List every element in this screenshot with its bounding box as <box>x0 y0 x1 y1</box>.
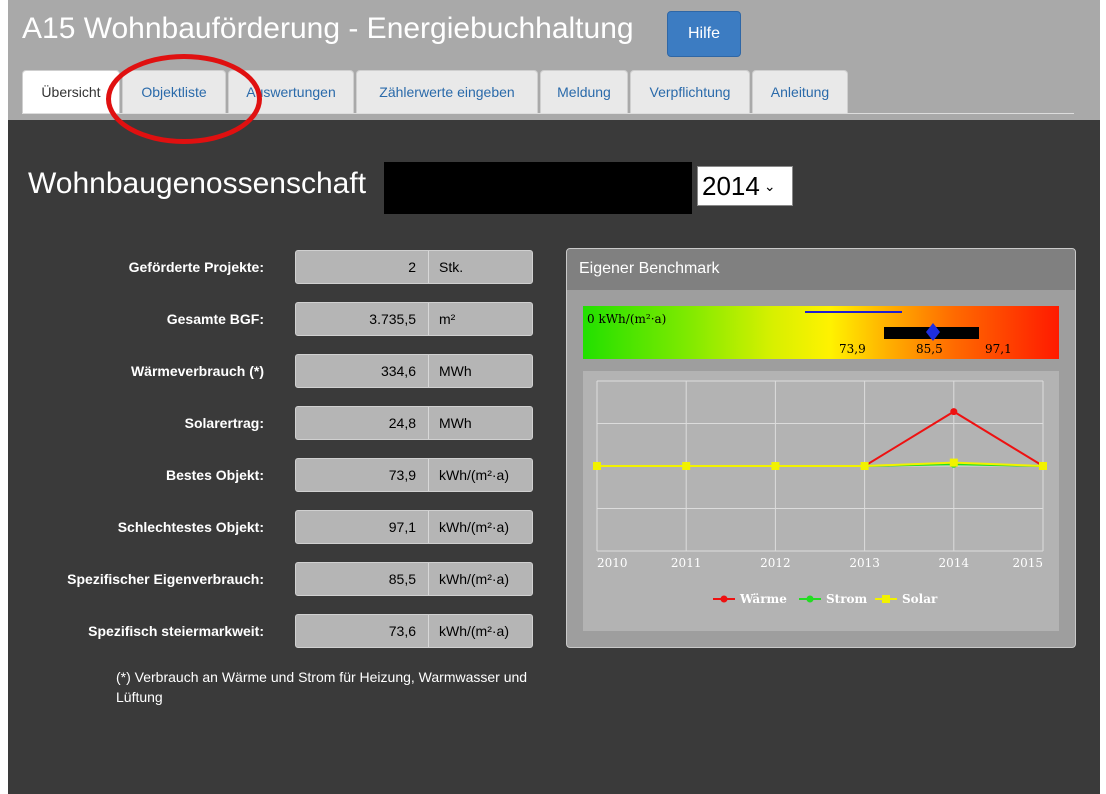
app-title: A15 Wohnbauförderung - Energiebuchhaltun… <box>22 12 634 45</box>
year-value: 2014 <box>702 170 760 201</box>
stat-unit: kWh/(m²·a) <box>439 623 509 639</box>
legend-marker <box>720 595 728 603</box>
divider <box>428 251 429 283</box>
legend-marker <box>806 595 814 603</box>
divider <box>428 615 429 647</box>
help-button[interactable]: Hilfe <box>667 11 741 57</box>
x-tick-label: 2012 <box>760 556 791 570</box>
stat-label-bgf: Gesamte BGF: <box>166 311 264 327</box>
stat-label-state: Spezifisch steiermarkweit: <box>88 623 264 639</box>
data-point-wärme <box>950 408 958 416</box>
redacted-name <box>384 162 692 214</box>
data-point-solar <box>593 462 601 470</box>
stat-label-worst: Schlechtestes Objekt: <box>117 519 264 535</box>
tab-divider <box>22 113 1074 114</box>
benchmark-gradient-bar: 0 kWh/(m²·a) 73,9 85,5 97,1 <box>583 306 1059 359</box>
stat-field-own: 85,5 kWh/(m²·a) <box>295 562 533 596</box>
benchmark-panel: Eigener Benchmark 0 kWh/(m²·a) 73,9 85,5… <box>566 248 1076 648</box>
organization-name: Wohnbaugenossenschaft <box>28 167 367 200</box>
stat-unit: MWh <box>439 415 472 431</box>
benchmark-title: Eigener Benchmark <box>579 260 720 277</box>
divider <box>428 355 429 387</box>
tab-uebersicht[interactable]: Übersicht <box>22 70 120 113</box>
x-tick-label: 2015 <box>1012 556 1043 570</box>
benchmark-zero-label: 0 kWh/(m²·a) <box>587 312 667 326</box>
stat-field-state: 73,6 kWh/(m²·a) <box>295 614 533 648</box>
x-tick-label: 2013 <box>849 556 880 570</box>
line-chart: 2010 2011 2012 2013 2014 2015 Wärme Strom Solar <box>583 371 1059 631</box>
stat-field-solar: 24,8 MWh <box>295 406 533 440</box>
stat-field-bgf: 3.735,5 m² <box>295 302 533 336</box>
legend-marker <box>882 595 890 603</box>
benchmark-header: Eigener Benchmark <box>567 249 1075 290</box>
stat-value: 3.735,5 <box>369 311 416 327</box>
stat-field-best: 73,9 kWh/(m²·a) <box>295 458 533 492</box>
x-tick-label: 2010 <box>597 556 628 570</box>
x-tick-label: 2014 <box>939 556 970 570</box>
stat-label-heat: Wärmeverbrauch (*) <box>130 363 264 379</box>
stat-label-best: Bestes Objekt: <box>165 467 264 483</box>
stat-value: 73,6 <box>388 623 416 639</box>
data-point-solar <box>682 462 691 470</box>
stat-field-worst: 97,1 kWh/(m²·a) <box>295 510 533 544</box>
stat-value: 334,6 <box>380 363 416 379</box>
year-select[interactable]: 2014 ⌄ <box>697 166 793 206</box>
data-point-solar <box>949 458 958 467</box>
divider <box>428 563 429 595</box>
stat-unit: kWh/(m²·a) <box>439 467 509 483</box>
stat-unit: kWh/(m²·a) <box>439 519 509 535</box>
stat-value: 85,5 <box>388 571 416 587</box>
benchmark-range-line <box>805 311 902 313</box>
page: A15 Wohnbauförderung - Energiebuchhaltun… <box>8 0 1100 794</box>
divider <box>428 407 429 439</box>
tab-zaehlerwerte-eingeben[interactable]: Zählerwerte eingeben <box>356 70 538 113</box>
stat-label-solar: Solarertrag: <box>184 415 264 431</box>
tab-verpflichtung[interactable]: Verpflichtung <box>630 70 750 113</box>
tab-anleitung[interactable]: Anleitung <box>752 70 848 113</box>
stat-value: 97,1 <box>388 519 416 535</box>
stat-value: 73,9 <box>388 467 416 483</box>
stat-field-projects: 2 Stk. <box>295 250 533 284</box>
line-chart-svg: 2010 2011 2012 2013 2014 2015 Wärme Strom Solar <box>593 380 1047 606</box>
stat-field-heat: 334,6 MWh <box>295 354 533 388</box>
stat-label-projects: Geförderte Projekte: <box>128 259 264 275</box>
data-point-solar <box>860 462 869 470</box>
data-point-solar <box>1039 462 1047 470</box>
divider <box>428 303 429 335</box>
stat-unit: m² <box>439 311 456 327</box>
stat-unit: MWh <box>439 363 472 379</box>
stat-value: 2 <box>408 259 416 275</box>
benchmark-worst-label: 97,1 <box>985 342 1012 356</box>
tab-meldung[interactable]: Meldung <box>540 70 628 113</box>
divider <box>428 511 429 543</box>
stat-unit: kWh/(m²·a) <box>439 571 509 587</box>
benchmark-best-label: 73,9 <box>839 342 866 356</box>
data-point-solar <box>771 462 780 470</box>
tab-objektliste[interactable]: Objektliste <box>122 70 226 113</box>
app-header: A15 Wohnbauförderung - Energiebuchhaltun… <box>8 0 1100 120</box>
x-tick-label: 2011 <box>671 556 702 570</box>
stat-unit: Stk. <box>439 259 464 275</box>
stat-value: 24,8 <box>388 415 416 431</box>
chevron-down-icon: ⌄ <box>763 177 776 194</box>
legend-label: Strom <box>826 592 868 606</box>
stat-label-own: Spezifischer Eigenverbrauch: <box>67 571 264 587</box>
legend-label: Wärme <box>739 592 787 606</box>
benchmark-own-label: 85,5 <box>916 342 943 356</box>
legend-label: Solar <box>902 592 938 606</box>
divider <box>428 459 429 491</box>
footnote: (*) Verbrauch an Wärme und Strom für Hei… <box>116 669 528 705</box>
tab-auswertungen[interactable]: Auswertungen <box>228 70 354 113</box>
